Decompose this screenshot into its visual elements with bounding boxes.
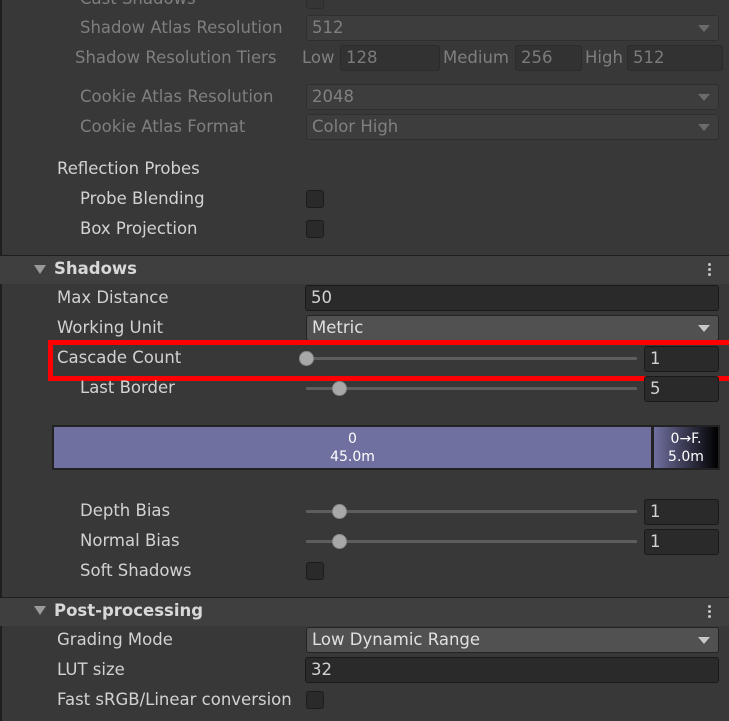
foldout-arrow-icon[interactable] (34, 606, 46, 615)
cookie-atlas-format-value: Color High (312, 117, 399, 136)
cascade-0-index: 0 (348, 431, 357, 447)
cascade-0-distance: 45.0m (330, 449, 375, 465)
working-unit-dropdown[interactable]: Metric (306, 315, 719, 341)
shadow-atlas-resolution-value: 512 (312, 18, 344, 37)
tier-medium-label: Medium (443, 48, 509, 67)
cascade-fade-segment: 0→F. 5.0m (654, 427, 718, 468)
chevron-down-icon (698, 325, 710, 332)
cascade-fade-distance: 5.0m (668, 449, 704, 465)
last-border-field[interactable]: 5 (644, 376, 719, 402)
tier-low-label: Low (302, 48, 335, 67)
depth-bias-label: Depth Bias (80, 501, 171, 520)
foldout-arrow-icon[interactable] (34, 265, 46, 274)
grading-mode-label: Grading Mode (57, 630, 173, 649)
cascade-fade-label: 0→F. (670, 431, 702, 447)
kebab-menu-icon[interactable] (708, 605, 712, 620)
cookie-atlas-format-label: Cookie Atlas Format (80, 117, 246, 136)
reflection-probes-label: Reflection Probes (57, 159, 200, 178)
depth-bias-slider-track[interactable] (306, 510, 637, 513)
tier-high-field[interactable]: 512 (627, 45, 723, 71)
normal-bias-label: Normal Bias (80, 531, 180, 550)
kebab-menu-icon[interactable] (708, 263, 712, 278)
max-distance-label: Max Distance (57, 288, 169, 307)
working-unit-label: Working Unit (57, 318, 164, 337)
box-projection-checkbox[interactable] (306, 220, 324, 238)
last-border-slider-thumb[interactable] (332, 381, 348, 396)
tier-high-label: High (585, 48, 623, 67)
chevron-down-icon (698, 94, 710, 101)
shadows-title: Shadows (54, 259, 137, 278)
working-unit-value: Metric (312, 318, 364, 337)
grading-mode-dropdown[interactable]: Low Dynamic Range (306, 627, 719, 653)
cast-shadows-checkbox[interactable] (306, 0, 324, 9)
cascade-0-segment[interactable]: 0 45.0m (54, 427, 651, 468)
cast-shadows-label: Cast Shadows (80, 0, 196, 10)
chevron-down-icon (698, 637, 710, 644)
grading-mode-value: Low Dynamic Range (312, 630, 481, 649)
probe-blending-checkbox[interactable] (306, 190, 324, 208)
normal-bias-field[interactable]: 1 (644, 529, 719, 555)
max-distance-field[interactable]: 50 (305, 285, 719, 311)
depth-bias-slider-thumb[interactable] (332, 504, 348, 519)
highlight-box (48, 340, 729, 381)
last-border-slider-track[interactable] (306, 387, 637, 390)
post-processing-title: Post-processing (54, 601, 204, 620)
lut-size-field[interactable]: 32 (305, 657, 719, 683)
cookie-atlas-format-dropdown[interactable]: Color High (306, 114, 719, 140)
lut-size-label: LUT size (57, 660, 125, 679)
shadow-atlas-resolution-dropdown[interactable]: 512 (306, 15, 719, 41)
last-border-label: Last Border (80, 378, 175, 397)
probe-blending-label: Probe Blending (80, 189, 205, 208)
fast-srgb-linear-label: Fast sRGB/Linear conversion (57, 690, 292, 709)
tier-medium-field[interactable]: 256 (515, 45, 582, 71)
box-projection-label: Box Projection (80, 219, 198, 238)
cookie-atlas-resolution-dropdown[interactable]: 2048 (306, 84, 719, 110)
cascade-split-preview[interactable]: 0 45.0m 0→F. 5.0m (52, 425, 720, 470)
shadow-atlas-resolution-label: Shadow Atlas Resolution (80, 18, 283, 37)
cookie-atlas-resolution-label: Cookie Atlas Resolution (80, 87, 274, 106)
cookie-atlas-resolution-value: 2048 (312, 87, 354, 106)
fast-srgb-linear-checkbox[interactable] (306, 691, 324, 709)
normal-bias-slider-thumb[interactable] (332, 534, 348, 549)
soft-shadows-label: Soft Shadows (80, 561, 192, 580)
shadow-resolution-tiers-label: Shadow Resolution Tiers (75, 48, 277, 67)
soft-shadows-checkbox[interactable] (306, 562, 324, 580)
chevron-down-icon (698, 124, 710, 131)
chevron-down-icon (698, 25, 710, 32)
depth-bias-field[interactable]: 1 (644, 499, 719, 525)
tier-low-field[interactable]: 128 (340, 45, 440, 71)
normal-bias-slider-track[interactable] (306, 540, 637, 543)
